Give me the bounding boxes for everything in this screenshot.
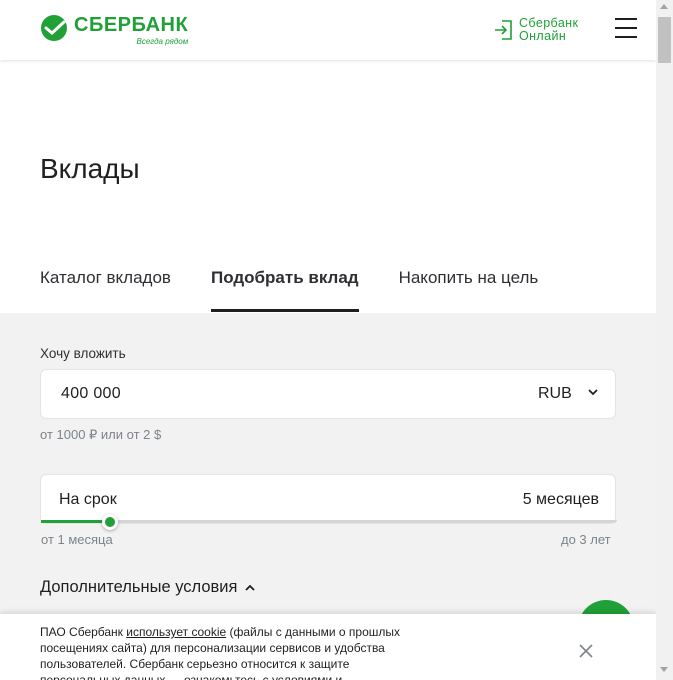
term-slider-track[interactable] [41, 520, 617, 523]
amount-input-field[interactable]: 400 000 RUB [40, 369, 616, 419]
extra-conditions-toggle[interactable]: Дополнительные условия [40, 578, 256, 597]
currency-select[interactable]: RUB [538, 385, 572, 403]
login-line-2: Онлайн [519, 29, 567, 43]
login-label: Сбербанк Онлайн [519, 17, 578, 43]
logo-tagline: Всегда рядом [136, 37, 189, 46]
tab-choose-deposit[interactable]: Подобрать вклад [210, 268, 359, 312]
cookie-text-before: ПАО Сбербанк [40, 625, 127, 639]
cookie-text: ПАО Сбербанк использует cookie (файлы с … [40, 624, 430, 680]
term-max-label: до 3 лет [561, 532, 611, 547]
scroll-down-arrow-icon[interactable] [660, 667, 668, 672]
site-header: СБЕРБАНК Всегда рядом Сбербанк Онлайн [0, 0, 656, 60]
term-label: На срок [59, 491, 117, 508]
tab-catalog[interactable]: Каталог вкладов [40, 268, 171, 312]
term-slider-fill [41, 520, 110, 523]
chevron-up-icon [245, 584, 256, 591]
amount-input-value[interactable]: 400 000 [61, 385, 121, 403]
cookie-policy-link[interactable]: использует cookie [126, 625, 226, 639]
login-icon [495, 20, 512, 40]
sberbank-online-login-link[interactable]: Сбербанк Онлайн [494, 17, 578, 43]
logo-name: СБЕРБАНК [74, 14, 189, 36]
cookie-banner: ПАО Сбербанк использует cookie (файлы с … [0, 614, 656, 680]
sberbank-logo[interactable]: СБЕРБАНК Всегда рядом [40, 14, 188, 46]
close-icon[interactable] [578, 643, 594, 659]
sberbank-logo-icon [41, 15, 67, 41]
page-scrollbar[interactable] [656, 0, 673, 680]
term-input-field[interactable]: На срок 5 месяцев [40, 474, 617, 530]
hamburger-menu-icon[interactable] [615, 18, 637, 38]
deposit-tabs: Каталог вкладов Подобрать вклад Накопить… [40, 268, 578, 312]
term-min-label: от 1 месяца [41, 532, 113, 547]
chevron-down-icon[interactable] [588, 387, 598, 397]
scroll-thumb[interactable] [658, 17, 671, 63]
scroll-up-arrow-icon[interactable] [660, 4, 668, 9]
amount-hint: от 1000 ₽ или от 2 $ [40, 427, 162, 442]
term-value: 5 месяцев [522, 491, 599, 508]
logo-text: СБЕРБАНК Всегда рядом [74, 14, 188, 46]
term-slider-thumb[interactable] [102, 514, 118, 530]
amount-label: Хочу вложить [40, 346, 126, 361]
page-title: Вклады [40, 153, 140, 184]
extra-conditions-label: Дополнительные условия [40, 578, 238, 596]
tab-save-for-goal[interactable]: Накопить на цель [399, 268, 539, 312]
